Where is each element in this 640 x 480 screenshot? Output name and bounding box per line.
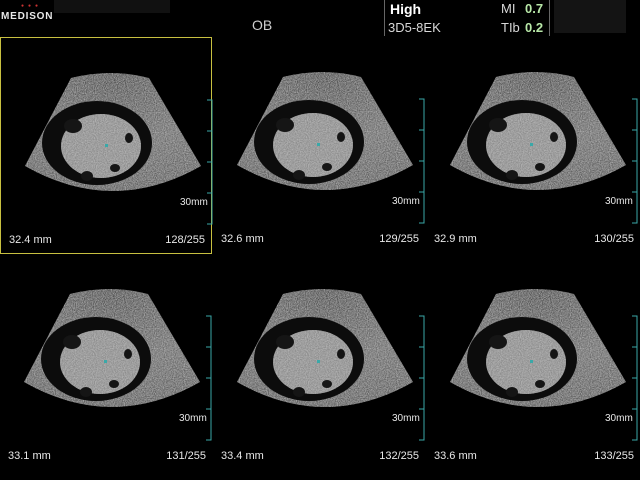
anechoic-structure [322, 380, 332, 388]
anechoic-structure [81, 171, 93, 181]
anechoic-structure [276, 335, 294, 349]
scale-label: 30mm [605, 196, 633, 207]
anechoic-structure [337, 349, 345, 359]
volume-slice-panel[interactable]: 30mm 33.6 mm 133/255 [426, 254, 638, 471]
center-marker-icon [104, 360, 107, 363]
probe-name: 3D5-8EK [388, 20, 441, 35]
tib-value: 0.2 [525, 20, 544, 35]
slice-index: 132/255 [379, 450, 419, 462]
slice-index: 133/255 [594, 450, 634, 462]
anechoic-structure [535, 163, 545, 171]
anechoic-structure [506, 170, 518, 180]
anechoic-structure [64, 119, 82, 133]
center-marker-icon [105, 144, 108, 147]
anechoic-structure [322, 163, 332, 171]
volume-slice-panel[interactable]: 30mm 33.1 mm 131/255 [0, 254, 212, 471]
anechoic-structure [110, 164, 120, 172]
brand-name: MEDISON [1, 11, 54, 22]
anechoic-structure [109, 380, 119, 388]
mi-label: MI [501, 1, 516, 16]
anechoic-structure [125, 133, 133, 143]
slice-depth: 33.1 mm [8, 450, 51, 462]
anechoic-structure [80, 387, 92, 397]
anechoic-structure [506, 387, 518, 397]
anechoic-structure [337, 132, 345, 142]
slice-index: 128/255 [165, 234, 205, 246]
logo-dots: ●●● [21, 3, 43, 9]
anechoic-structure [293, 170, 305, 180]
center-marker-icon [317, 143, 320, 146]
slice-depth: 32.4 mm [9, 234, 52, 246]
header-bar: ●●● MEDISON OB High 3D5-8EK MI 0.7 TIb 0… [0, 0, 640, 38]
slice-depth: 32.6 mm [221, 233, 264, 245]
slice-index: 130/255 [594, 233, 634, 245]
anechoic-structure [535, 380, 545, 388]
mi-value: 0.7 [525, 1, 544, 16]
volume-slice-panel[interactable]: 30mm 32.6 mm 129/255 [213, 37, 425, 254]
volume-slice-panel[interactable]: 30mm 33.4 mm 132/255 [213, 254, 425, 471]
slice-depth: 33.4 mm [221, 450, 264, 462]
anechoic-structure [63, 335, 81, 349]
slice-depth: 32.9 mm [434, 233, 477, 245]
slice-index: 131/255 [166, 450, 206, 462]
header-divider [384, 0, 385, 36]
center-marker-icon [530, 143, 533, 146]
slice-depth: 33.6 mm [434, 450, 477, 462]
power-level: High [390, 1, 422, 17]
patient-info-box [54, 0, 170, 13]
header-divider-2 [549, 0, 550, 36]
scale-label: 30mm [605, 413, 633, 424]
scale-label: 30mm [180, 197, 208, 208]
anechoic-structure [489, 118, 507, 132]
anechoic-structure [550, 349, 558, 359]
brand-logo: ●●● MEDISON [1, 3, 54, 24]
volume-slice-panel[interactable]: 30mm 32.9 mm 130/255 [426, 37, 638, 254]
scale-label: 30mm [179, 413, 207, 424]
center-marker-icon [317, 360, 320, 363]
slice-index: 129/255 [379, 233, 419, 245]
center-marker-icon [530, 360, 533, 363]
scale-label: 30mm [392, 413, 420, 424]
header-info-box [554, 0, 626, 33]
anechoic-structure [550, 132, 558, 142]
volume-slice-panel[interactable]: 30mm 32.4 mm 128/255 [0, 37, 213, 254]
anechoic-structure [293, 387, 305, 397]
anechoic-structure [489, 335, 507, 349]
scale-label: 30mm [392, 196, 420, 207]
anechoic-structure [276, 118, 294, 132]
exam-mode: OB [252, 17, 273, 33]
tib-label: TIb [501, 20, 520, 35]
anechoic-structure [124, 349, 132, 359]
